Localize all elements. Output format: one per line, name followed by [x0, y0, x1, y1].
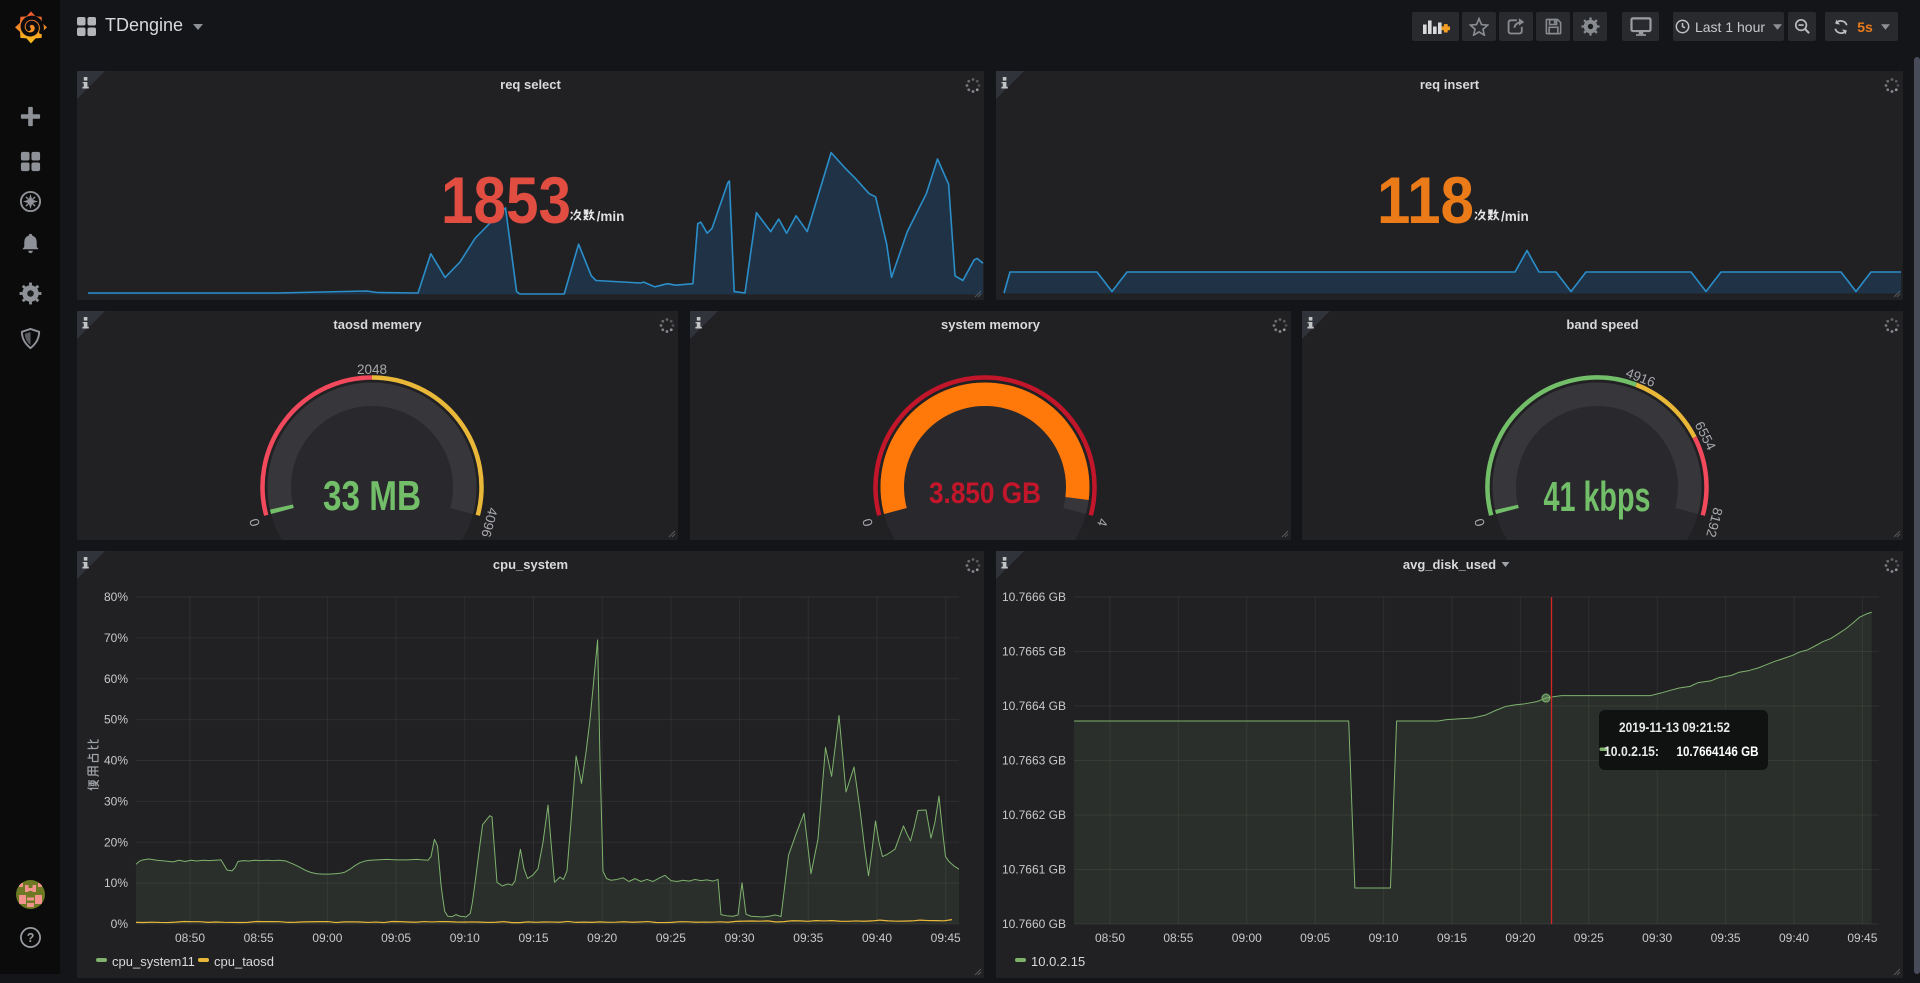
- svg-text:09:45: 09:45: [1847, 931, 1877, 945]
- svg-text:41 kbps: 41 kbps: [1544, 473, 1651, 520]
- svg-text:09:25: 09:25: [656, 931, 686, 945]
- svg-text:10.0.2.15:: 10.0.2.15:: [1604, 744, 1659, 759]
- svg-text:10.7661 GB: 10.7661 GB: [1002, 863, 1066, 877]
- svg-text:10.7662 GB: 10.7662 GB: [1002, 808, 1066, 822]
- svg-text:10.0.2.15: 10.0.2.15: [1031, 954, 1085, 969]
- svg-text:09:20: 09:20: [1505, 931, 1535, 945]
- svg-text:taosd memery: taosd memery: [333, 317, 422, 332]
- svg-text:req insert: req insert: [1420, 77, 1480, 92]
- svg-text:09:10: 09:10: [450, 931, 480, 945]
- svg-text:118: 118: [1377, 163, 1474, 237]
- svg-text:09:40: 09:40: [1779, 931, 1809, 945]
- svg-text:0: 0: [859, 517, 875, 528]
- svg-text:50%: 50%: [104, 713, 128, 727]
- svg-text:20%: 20%: [104, 835, 128, 849]
- svg-text:2048: 2048: [357, 362, 387, 377]
- svg-text:60%: 60%: [104, 672, 128, 686]
- svg-text:10.7660 GB: 10.7660 GB: [1002, 917, 1066, 931]
- svg-text:30%: 30%: [104, 794, 128, 808]
- svg-text:0%: 0%: [111, 917, 129, 931]
- svg-text:08:50: 08:50: [1095, 931, 1125, 945]
- svg-text:10.7666 GB: 10.7666 GB: [1002, 590, 1066, 604]
- svg-text:4096: 4096: [478, 506, 500, 539]
- svg-text:avg_disk_used: avg_disk_used: [1403, 557, 1496, 572]
- svg-text:1853: 1853: [441, 163, 571, 237]
- svg-text:09:30: 09:30: [1642, 931, 1672, 945]
- svg-text:09:25: 09:25: [1574, 931, 1604, 945]
- svg-text:09:15: 09:15: [1437, 931, 1467, 945]
- svg-text:09:15: 09:15: [518, 931, 548, 945]
- svg-text:?: ?: [27, 931, 35, 945]
- svg-text:10.7664146 GB: 10.7664146 GB: [1677, 744, 1759, 759]
- svg-text:/min: /min: [1501, 209, 1529, 224]
- svg-text:09:10: 09:10: [1369, 931, 1399, 945]
- svg-text:09:05: 09:05: [1300, 931, 1330, 945]
- svg-text:08:55: 08:55: [244, 931, 274, 945]
- svg-text:40%: 40%: [104, 754, 128, 768]
- svg-text:09:35: 09:35: [793, 931, 823, 945]
- svg-text:/min: /min: [597, 209, 625, 224]
- svg-text:09:00: 09:00: [312, 931, 342, 945]
- svg-text:08:55: 08:55: [1163, 931, 1193, 945]
- svg-text:band speed: band speed: [1566, 317, 1638, 332]
- svg-text:09:20: 09:20: [587, 931, 617, 945]
- svg-text:10.7663 GB: 10.7663 GB: [1002, 754, 1066, 768]
- svg-text:33 MB: 33 MB: [323, 472, 421, 519]
- svg-text:09:40: 09:40: [862, 931, 892, 945]
- svg-text:3.850 GB: 3.850 GB: [929, 477, 1041, 510]
- svg-text:09:35: 09:35: [1711, 931, 1741, 945]
- svg-text:10.7664 GB: 10.7664 GB: [1002, 699, 1066, 713]
- svg-text:system memory: system memory: [941, 317, 1041, 332]
- svg-text:70%: 70%: [104, 631, 128, 645]
- svg-text:0: 0: [1471, 517, 1487, 528]
- svg-text:cpu_system: cpu_system: [493, 557, 568, 572]
- svg-text:08:50: 08:50: [175, 931, 205, 945]
- svg-text:req select: req select: [500, 77, 561, 92]
- svg-text:09:05: 09:05: [381, 931, 411, 945]
- svg-text:09:00: 09:00: [1232, 931, 1262, 945]
- svg-text:cpu_taosd: cpu_taosd: [214, 954, 274, 969]
- svg-text:80%: 80%: [104, 590, 128, 604]
- svg-text:10%: 10%: [104, 876, 128, 890]
- svg-text:4: 4: [1094, 517, 1111, 529]
- svg-text:cpu_system11: cpu_system11: [112, 954, 195, 969]
- svg-text:09:30: 09:30: [725, 931, 755, 945]
- svg-text:8192: 8192: [1703, 506, 1725, 539]
- svg-text:0: 0: [246, 517, 262, 528]
- svg-text:09:45: 09:45: [931, 931, 961, 945]
- svg-text:10.7665 GB: 10.7665 GB: [1002, 645, 1066, 659]
- svg-text:2019-11-13 09:21:52: 2019-11-13 09:21:52: [1619, 720, 1730, 735]
